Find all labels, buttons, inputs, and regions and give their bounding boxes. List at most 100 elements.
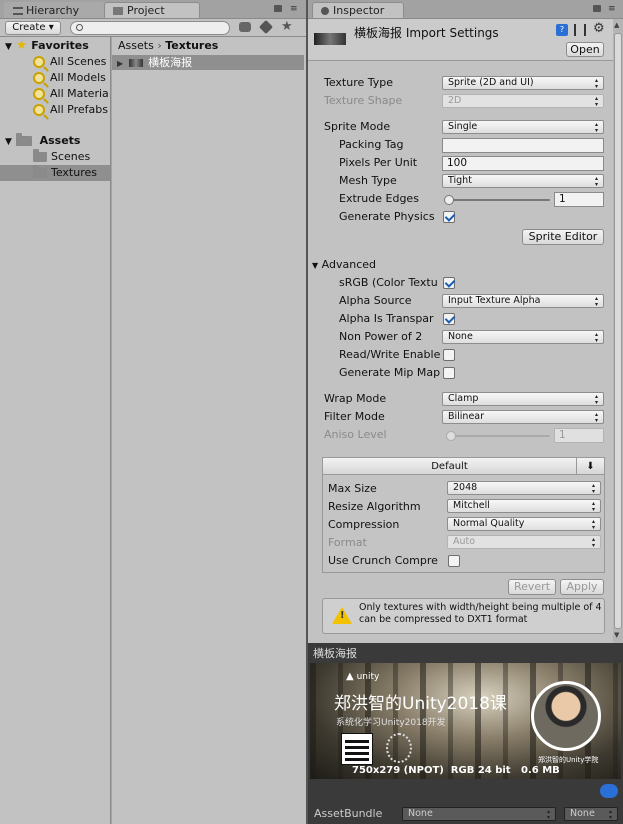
folder-icon xyxy=(15,133,32,146)
compression-dropdown[interactable]: Normal Quality xyxy=(447,517,601,531)
aniso-slider xyxy=(446,435,550,437)
panel-menu-icon[interactable]: ≡ xyxy=(290,4,298,14)
panel-menu-icon[interactable]: ≡ xyxy=(608,4,616,14)
scroll-down-icon[interactable]: ▼ xyxy=(614,631,619,639)
favorite-item[interactable]: All Models xyxy=(33,71,106,85)
preview-image: ▲ unity 郑洪智的Unity2018课 系统化学习Unity2018开发 … xyxy=(310,663,621,779)
preview-title: 横板海报 xyxy=(313,647,357,660)
sprite-editor-button[interactable]: Sprite Editor xyxy=(522,229,604,245)
expand-arrow-icon: ▼ xyxy=(5,42,12,52)
ppu-field[interactable]: 100 xyxy=(442,156,604,171)
apply-button[interactable]: Apply xyxy=(560,579,604,595)
tab-project[interactable]: Project xyxy=(104,2,200,18)
texture-shape-label: Texture Shape xyxy=(324,94,403,107)
revert-button[interactable]: Revert xyxy=(508,579,556,595)
folder-label: Scenes xyxy=(51,150,91,163)
tag-icon[interactable] xyxy=(600,784,618,798)
search-filter-icon xyxy=(33,104,45,116)
warning-icon-mark: ! xyxy=(340,610,345,621)
wrap-mode-label: Wrap Mode xyxy=(324,392,387,405)
srgb-checkbox[interactable] xyxy=(443,277,455,289)
tab-hierarchy[interactable]: Hierarchy xyxy=(4,2,104,18)
read-write-label: Read/Write Enable xyxy=(339,348,441,361)
list-icon xyxy=(13,7,23,15)
info-icon xyxy=(321,7,329,15)
read-write-checkbox[interactable] xyxy=(443,349,455,361)
folder-icon xyxy=(33,165,47,178)
alpha-transparency-checkbox[interactable] xyxy=(443,313,455,325)
platform-tab-default[interactable]: Default xyxy=(323,458,576,475)
create-button[interactable]: Create ▾ xyxy=(5,21,61,35)
breadcrumb-current[interactable]: Textures xyxy=(165,39,218,52)
favorites-header[interactable]: ▼ ★ Favorites xyxy=(5,39,89,54)
texture-type-dropdown[interactable]: Sprite (2D and UI) xyxy=(442,76,604,90)
srgb-label: sRGB (Color Textu xyxy=(339,276,438,289)
aniso-level-label: Aniso Level xyxy=(324,428,387,441)
inspector-scrollbar[interactable]: ▲ ▼ xyxy=(613,19,623,643)
gear-icon[interactable]: ⚙ xyxy=(593,21,605,36)
extrude-slider-knob[interactable] xyxy=(444,195,454,205)
lock-icon[interactable] xyxy=(593,5,601,12)
npot-dropdown[interactable]: None xyxy=(442,330,604,344)
wrap-mode-dropdown[interactable]: Clamp xyxy=(442,392,604,406)
assetbundle-name-dropdown[interactable]: None xyxy=(402,807,556,821)
favorite-item[interactable]: All Materia xyxy=(33,87,109,101)
search-input[interactable] xyxy=(70,21,230,35)
alpha-transparency-label: Alpha Is Transpar xyxy=(339,312,434,325)
gen-physics-checkbox[interactable] xyxy=(443,211,455,223)
crunch-label: Use Crunch Compre xyxy=(328,554,438,567)
asset-file-name: 横板海报 xyxy=(148,56,193,69)
search-filter-icon xyxy=(33,56,45,68)
folder-tab-icon xyxy=(113,7,123,15)
unity-cube-icon: ▲ xyxy=(346,671,354,682)
breadcrumb-root[interactable]: Assets xyxy=(118,39,154,52)
search-icon xyxy=(76,24,83,31)
scroll-thumb[interactable] xyxy=(614,33,622,629)
avatar-caption: 郑洪智的Unity学院 xyxy=(538,756,599,764)
filter-type-icon[interactable] xyxy=(239,22,251,32)
asset-row[interactable]: ▶ 横板海报 xyxy=(112,55,304,70)
lock-icon[interactable] xyxy=(274,5,282,12)
star-favorites-icon: ★ xyxy=(15,38,28,53)
format-label: Format xyxy=(328,536,367,549)
crunch-checkbox[interactable] xyxy=(448,555,460,567)
expand-arrow-icon: ▼ xyxy=(5,137,12,147)
star-icon[interactable]: ★ xyxy=(281,19,293,34)
gen-physics-label: Generate Physics xyxy=(339,210,435,223)
scroll-up-icon[interactable]: ▲ xyxy=(614,21,619,29)
breadcrumb: Assets › Textures xyxy=(112,37,306,54)
packing-tag-field[interactable] xyxy=(442,138,604,153)
max-size-label: Max Size xyxy=(328,482,377,495)
texture-shape-dropdown: 2D xyxy=(442,94,604,108)
assets-header[interactable]: ▼ Assets xyxy=(5,133,80,149)
mesh-type-dropdown[interactable]: Tight xyxy=(442,174,604,188)
extrude-label: Extrude Edges xyxy=(339,192,419,205)
folder-item-textures[interactable]: Textures xyxy=(0,165,110,181)
filter-mode-dropdown[interactable]: Bilinear xyxy=(442,410,604,424)
folder-item-scenes[interactable]: Scenes xyxy=(33,149,91,164)
favorites-label: Favorites xyxy=(31,39,89,52)
mipmap-checkbox[interactable] xyxy=(443,367,455,379)
advanced-foldout[interactable]: ▼ Advanced xyxy=(312,258,376,273)
format-dropdown: Auto xyxy=(447,535,601,549)
compression-label: Compression xyxy=(328,518,400,531)
help-icon[interactable]: ? xyxy=(556,24,568,36)
extrude-field[interactable]: 1 xyxy=(554,192,604,207)
unity-logo-text: unity xyxy=(356,672,380,682)
label-icon[interactable] xyxy=(258,19,274,35)
sprite-mode-dropdown[interactable]: Single xyxy=(442,120,604,134)
project-content: Assets › Textures ▶ 横板海报 xyxy=(112,37,306,824)
extrude-slider[interactable] xyxy=(446,199,550,201)
favorite-item[interactable]: All Scenes xyxy=(33,55,106,69)
resize-algorithm-dropdown[interactable]: Mitchell xyxy=(447,499,601,513)
assetbundle-variant-dropdown[interactable]: None xyxy=(564,807,618,821)
open-button[interactable]: Open xyxy=(566,42,604,57)
tab-inspector[interactable]: Inspector xyxy=(312,2,404,18)
alpha-source-dropdown[interactable]: Input Texture Alpha xyxy=(442,294,604,308)
mesh-type-label: Mesh Type xyxy=(339,174,397,187)
download-icon[interactable]: ⬇ xyxy=(576,458,604,475)
max-size-dropdown[interactable]: 2048 xyxy=(447,481,601,495)
filter-mode-label: Filter Mode xyxy=(324,410,385,423)
favorite-item[interactable]: All Prefabs xyxy=(33,103,108,117)
preset-icon[interactable] xyxy=(574,24,586,36)
